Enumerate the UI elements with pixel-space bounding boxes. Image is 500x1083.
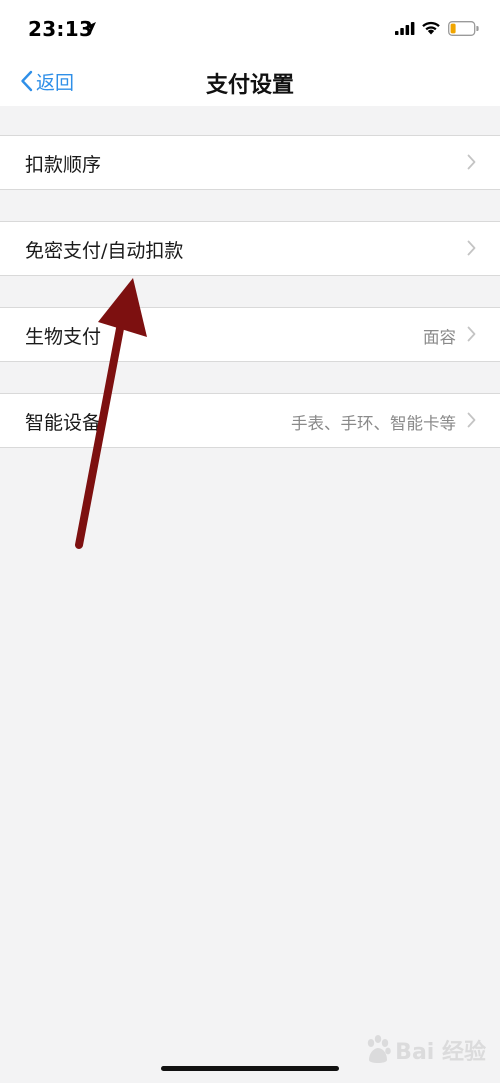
settings-item-value: 手表、手环、智能卡等 — [291, 414, 456, 433]
chevron-right-icon — [467, 412, 476, 428]
cellular-signal-icon — [395, 22, 415, 35]
payment-settings-screen: 23:13 支付设置 返回 扣款顺序 免密支付/自动扣款 生物支付 面容 智能设… — [0, 0, 500, 1083]
settings-item-label: 免密支付/自动扣款 — [25, 240, 184, 262]
chevron-right-icon — [467, 240, 476, 256]
chevron-left-icon — [21, 70, 33, 92]
settings-item-smart-devices[interactable]: 智能设备 手表、手环、智能卡等 — [0, 393, 500, 448]
baidu-paw-icon — [367, 1035, 391, 1063]
wifi-icon — [422, 21, 440, 35]
page-title: 支付设置 — [205, 73, 294, 98]
home-indicator[interactable] — [161, 1066, 339, 1071]
settings-item-value: 面容 — [423, 328, 456, 347]
chevron-right-icon — [467, 154, 476, 170]
navigation-bar: 支付设置 返回 — [0, 58, 500, 106]
back-button[interactable]: 返回 — [20, 66, 74, 96]
settings-item-label: 扣款顺序 — [25, 154, 102, 176]
baidu-watermark: Bai 经验 — [363, 1030, 486, 1070]
settings-item-label: 智能设备 — [25, 412, 102, 434]
settings-item-password-free-payment[interactable]: 免密支付/自动扣款 — [0, 221, 500, 276]
chevron-right-icon — [467, 326, 476, 342]
location-arrow-icon — [85, 22, 96, 33]
battery-low-icon — [448, 21, 479, 36]
watermark-text: Bai 经验 — [395, 1040, 486, 1065]
settings-item-biometric-payment[interactable]: 生物支付 面容 — [0, 307, 500, 362]
status-bar: 23:13 — [0, 0, 500, 58]
settings-item-deduction-order[interactable]: 扣款顺序 — [0, 135, 500, 190]
settings-item-label: 生物支付 — [25, 326, 102, 348]
back-label: 返回 — [36, 71, 75, 94]
